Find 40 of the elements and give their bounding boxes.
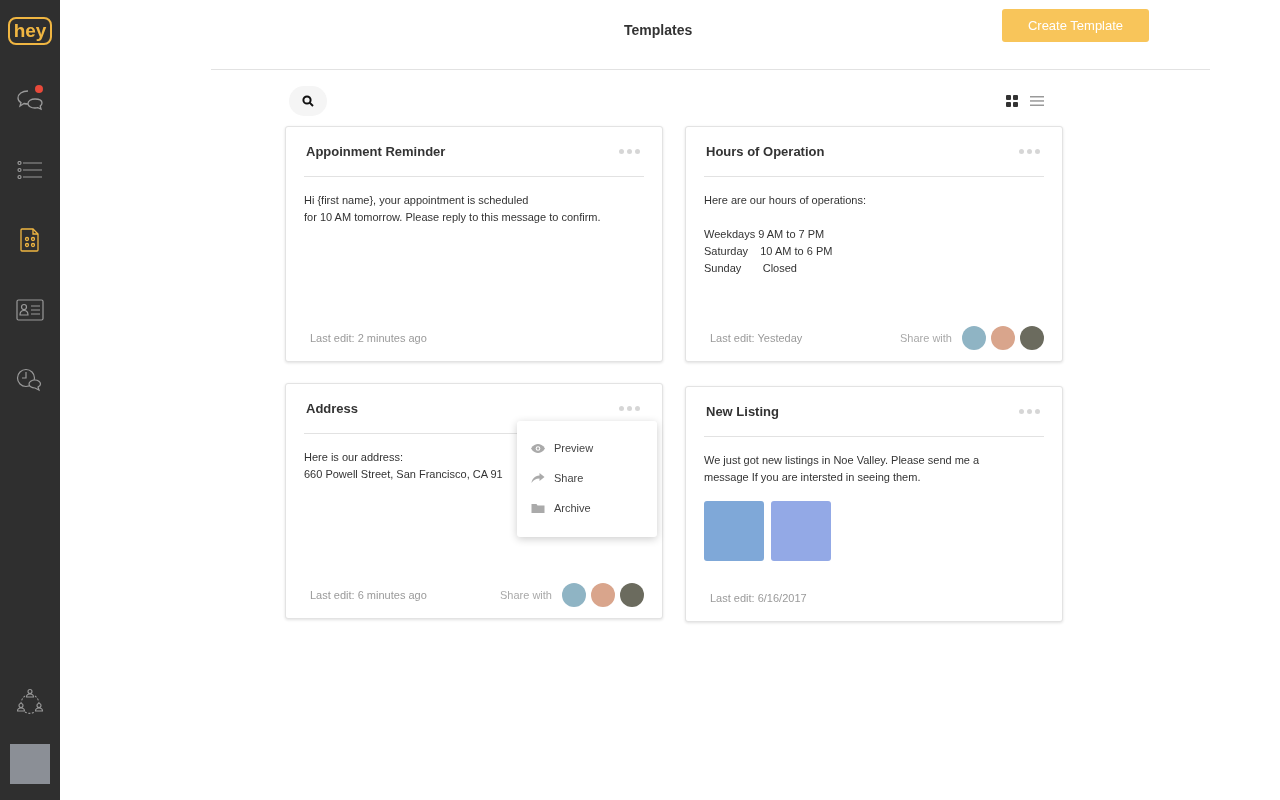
card-title: Appoinment Reminder xyxy=(306,144,447,159)
chat-icon[interactable] xyxy=(16,88,44,112)
logo: hey xyxy=(7,17,53,45)
list-view-icon[interactable] xyxy=(1030,96,1044,106)
card-title: Hours of Operation xyxy=(706,144,826,159)
eye-icon xyxy=(531,443,545,453)
shared-user-avatar[interactable] xyxy=(962,326,986,350)
last-edit-text: Last edit: 2 minutes ago xyxy=(310,332,428,344)
card-title: New Listing xyxy=(706,404,780,419)
template-message: Here is our address: 660 Powell Street, San Francisco, CA 91 xyxy=(304,450,503,482)
page-title: Templates xyxy=(624,21,693,38)
template-message: Here are our hours of operations: Weekdays 9 AM to 7 PM Saturday 10 AM to 6 PM Sunday Closed xyxy=(704,193,867,276)
template-message: We just got new listings in Noe Valley. Please send me a message If you are intersted in seeing them. xyxy=(704,453,980,485)
folder-icon xyxy=(531,503,545,513)
last-edit-text: Last edit: 6/16/2017 xyxy=(710,592,808,604)
template-card[interactable]: Hours of Operation Here are our hours of operations: Weekdays 9 AM to 7 PM Saturday 10 AM to 6 PM Sunday Closed Last edit: Yesteday Share with xyxy=(685,126,1063,362)
share-with-label: Share with xyxy=(900,332,952,344)
document-icon[interactable] xyxy=(20,228,40,252)
template-card[interactable]: Address Here is our address: 660 Powell Street, San Francisco, CA 91 Last edit: 6 minutes ago Share with Preview Share Archive xyxy=(285,383,663,619)
clock-chat-icon[interactable] xyxy=(16,368,44,392)
shared-user-avatar[interactable] xyxy=(562,583,586,607)
menu-item[interactable]: Preview xyxy=(517,433,657,463)
template-card[interactable]: Appoinment Reminder Hi {first name}, your appointment is scheduled for 10 AM tomorrow. Please reply to this message to confirm. Last edit: 2 minutes ago xyxy=(285,126,663,362)
card-title: Address xyxy=(306,401,360,416)
contact-card-icon[interactable] xyxy=(16,299,44,321)
last-edit-text: Last edit: Yesteday xyxy=(710,332,804,344)
menu-item[interactable]: Archive xyxy=(517,493,657,523)
share-arrow-icon xyxy=(531,473,545,483)
list-icon[interactable] xyxy=(17,161,43,179)
last-edit-text: Last edit: 6 minutes ago xyxy=(310,589,428,601)
grid-view-icon[interactable] xyxy=(1006,95,1018,107)
shared-user-avatar[interactable] xyxy=(620,583,644,607)
template-card[interactable]: New Listing We just got new listings in Noe Valley. Please send me a message If you are intersted in seeing them. Last edit: 6/16/2017 xyxy=(685,386,1063,622)
menu-item[interactable]: Share xyxy=(517,463,657,493)
template-message: Hi {first name}, your appointment is scheduled for 10 AM tomorrow. Please reply to this message to confirm. xyxy=(304,193,601,225)
shared-user-avatar[interactable] xyxy=(1020,326,1044,350)
search-icon xyxy=(302,95,314,107)
search-button[interactable] xyxy=(289,86,327,116)
team-icon[interactable] xyxy=(16,688,44,714)
share-with-label: Share with xyxy=(500,589,552,601)
